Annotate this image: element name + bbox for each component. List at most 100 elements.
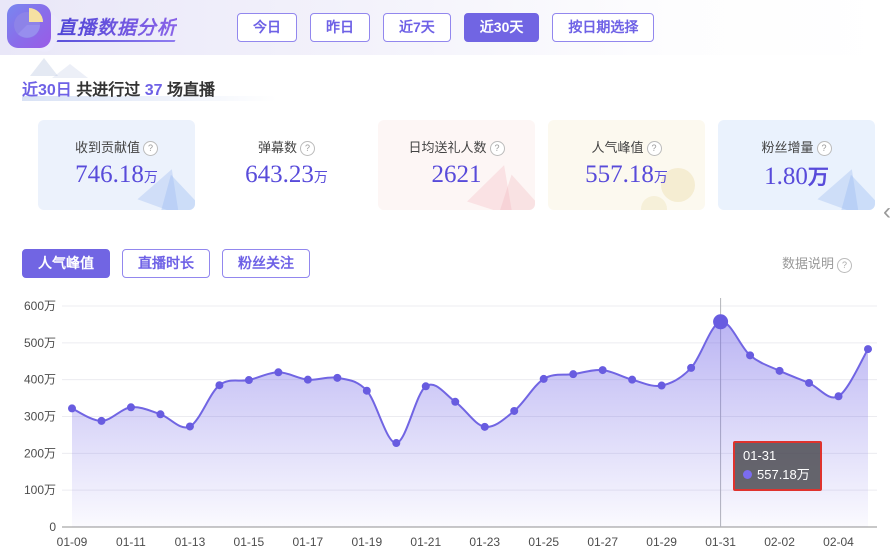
page-title: 直播数据分析	[57, 13, 177, 40]
chart-dot	[657, 381, 666, 390]
help-icon: ?	[837, 258, 853, 273]
y-axis-label: 500万	[24, 336, 56, 350]
chart-dot	[421, 382, 430, 391]
chart-dot	[156, 410, 165, 419]
x-axis-label: 01-19	[351, 535, 382, 549]
chart-dot	[185, 422, 194, 431]
chart-dot	[628, 375, 637, 384]
stat-card-gift-givers: 日均送礼人数? 2621	[378, 120, 535, 210]
stat-value: 2621	[431, 161, 482, 188]
summary-range: 近30日	[22, 82, 72, 99]
chart-dot	[451, 397, 460, 406]
chevron-left-icon[interactable]: ‹	[883, 200, 891, 224]
stat-card-danmaku: 弹幕数? 643.23万	[208, 120, 365, 210]
stat-label: 收到贡献值?	[38, 137, 195, 156]
x-axis-label: 01-17	[293, 535, 324, 549]
chart-dot-highlight	[713, 314, 729, 330]
stat-label: 粉丝增量?	[718, 137, 875, 156]
tooltip-value: 557.18万	[757, 467, 810, 482]
chart-svg: 0 100万 200万 300万 400万 500万 600万 01-09 01-11 01-13…	[24, 298, 877, 549]
x-axis-label: 01-27	[587, 535, 618, 549]
stat-card-contribution: 收到贡献值? 746.18万	[38, 120, 195, 210]
y-axis-label: 300万	[24, 410, 56, 424]
summary-suffix: 场直播	[166, 82, 215, 99]
chart-dot	[362, 386, 371, 395]
help-icon[interactable]: ?	[143, 141, 158, 156]
chart-dot	[775, 366, 784, 375]
help-icon[interactable]: ?	[646, 141, 662, 156]
y-axis-label: 100万	[24, 483, 56, 497]
stat-value: 557.18万	[585, 161, 668, 188]
chart-dot	[746, 351, 755, 360]
chart-dot	[569, 370, 578, 379]
x-axis-label: 01-23	[469, 535, 500, 549]
chart-dot	[68, 404, 76, 413]
period-7days-button[interactable]: 近7天	[383, 13, 451, 42]
stat-card-fan-growth: 粉丝增量? 1.80万	[718, 120, 875, 210]
chart-dot	[598, 366, 607, 375]
tab-live-duration[interactable]: 直播时长	[122, 249, 210, 278]
x-axis-label: 01-29	[646, 535, 677, 549]
stat-label: 日均送礼人数?	[378, 137, 535, 156]
series-dot-icon	[743, 470, 752, 479]
tab-peak-popularity[interactable]: 人气峰值	[22, 249, 110, 278]
pie-chart-icon	[7, 4, 51, 48]
tab-fan-follow[interactable]: 粉丝关注	[222, 249, 310, 278]
help-icon[interactable]: ?	[816, 141, 832, 156]
help-icon[interactable]: ?	[489, 141, 505, 156]
chart-dot	[333, 373, 342, 382]
x-axis-label: 02-04	[823, 535, 854, 549]
chart-dot	[480, 422, 489, 431]
x-axis-label: 01-15	[234, 535, 265, 549]
metric-tabs: 人气峰值 直播时长 粉丝关注	[22, 249, 310, 278]
chart-dot	[539, 374, 548, 383]
x-axis-label: 01-21	[410, 535, 441, 549]
stat-value: 643.23万	[245, 161, 328, 188]
y-axis-label: 400万	[24, 373, 56, 387]
stat-cards: 收到贡献值? 746.18万 弹幕数? 643.23万 日均送礼人数? 2621…	[38, 120, 875, 210]
popularity-trend-chart[interactable]: 0 100万 200万 300万 400万 500万 600万 01-09 01-11 01-13…	[0, 290, 895, 558]
summary-middle: 共进行过	[76, 82, 141, 99]
stat-value: 746.18万	[75, 161, 158, 188]
app-logo	[7, 4, 61, 54]
stat-card-peak-popularity: 人气峰值? 557.18万	[548, 120, 705, 210]
period-datepicker-button[interactable]: 按日期选择	[552, 13, 655, 42]
period-filter-group: 今日 昨日 近7天 近30天 按日期选择	[237, 13, 655, 42]
period-today-button[interactable]: 今日	[237, 13, 297, 42]
chart-dot	[687, 363, 696, 372]
live-data-dashboard: 直播数据分析 今日 昨日 近7天 近30天 按日期选择 近30日 共进行过 37…	[0, 0, 895, 558]
period-30days-button[interactable]: 近30天	[463, 13, 540, 42]
chart-tooltip: 01-31 557.18万	[733, 441, 822, 491]
x-axis-label: 01-31	[705, 535, 736, 549]
chart-dot	[97, 416, 106, 425]
tooltip-date: 01-31	[743, 448, 777, 463]
x-axis-label: 01-09	[57, 535, 88, 549]
y-axis-label: 600万	[24, 299, 56, 313]
y-axis-label: 200万	[24, 446, 56, 460]
title-underline	[56, 40, 176, 42]
x-axis-label: 01-13	[175, 535, 206, 549]
chart-dot	[510, 406, 519, 415]
summary-count: 37	[144, 82, 163, 99]
help-icon[interactable]: ?	[300, 141, 315, 156]
period-yesterday-button[interactable]: 昨日	[310, 13, 370, 42]
x-axis-label: 02-02	[764, 535, 795, 549]
summary-line: 近30日 共进行过 37 场直播	[22, 76, 215, 100]
chart-dot	[303, 375, 312, 384]
stat-label: 弹幕数?	[208, 137, 365, 156]
x-axis-label: 01-11	[116, 535, 146, 549]
y-axis-label: 0	[49, 520, 56, 534]
stat-label: 人气峰值?	[548, 137, 705, 156]
stat-value: 1.80万	[764, 163, 829, 190]
chart-dot	[215, 381, 224, 390]
chart-dot	[274, 368, 283, 377]
chart-dot	[805, 378, 814, 387]
chart-dot	[126, 403, 135, 412]
data-note-link[interactable]: 数据说明?	[782, 253, 853, 273]
chart-dot	[864, 345, 872, 354]
chart-dot	[392, 439, 401, 448]
x-axis-label: 01-25	[528, 535, 559, 549]
chart-dot	[244, 376, 253, 385]
header: 直播数据分析 今日 昨日 近7天 近30天 按日期选择	[0, 0, 895, 55]
chart-dot	[834, 392, 843, 401]
